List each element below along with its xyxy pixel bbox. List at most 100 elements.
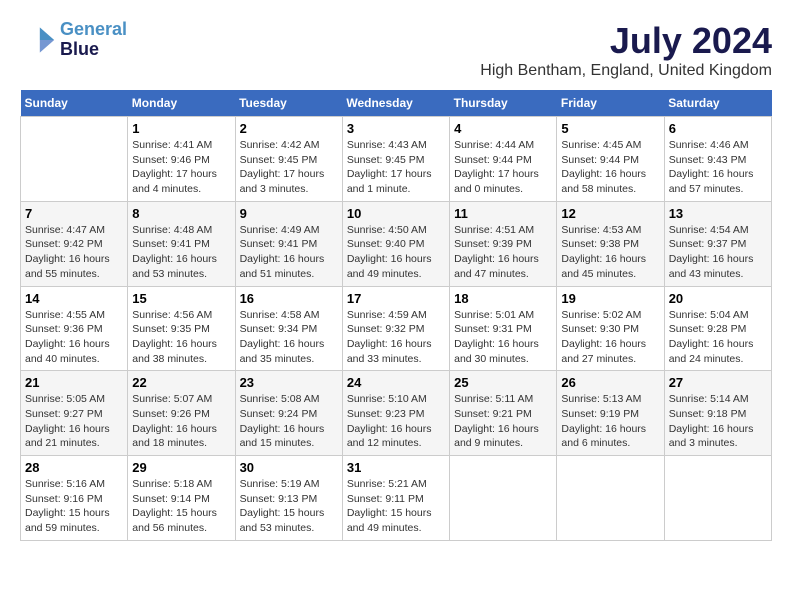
day-number: 29 [132,460,230,475]
calendar-cell: 2 Sunrise: 4:42 AM Sunset: 9:45 PM Daylig… [235,117,342,202]
day-info: Sunrise: 4:47 AM Sunset: 9:42 PM Dayligh… [25,223,123,282]
weekday-header-monday: Monday [128,90,235,117]
day-info: Sunrise: 4:48 AM Sunset: 9:41 PM Dayligh… [132,223,230,282]
calendar-cell: 12Sunrise: 4:53 AM Sunset: 9:38 PM Dayli… [557,201,664,286]
day-info: Sunrise: 4:58 AM Sunset: 9:34 PM Dayligh… [240,308,338,367]
day-number: 7 [25,206,123,221]
calendar-cell: 22 Sunrise: 5:07 AM Sunset: 9:26 PM Dayli… [128,371,235,456]
day-number: 19 [561,291,659,306]
day-number: 27 [669,375,767,390]
page-header: General Blue July 2024 High Bentham, Eng… [20,20,772,80]
calendar-cell: 4 Sunrise: 4:44 AM Sunset: 9:44 PM Daylig… [450,117,557,202]
day-info: Sunrise: 5:14 AM Sunset: 9:18 PM Dayligh… [669,392,767,451]
calendar-cell: 23 Sunrise: 5:08 AM Sunset: 9:24 PM Dayli… [235,371,342,456]
calendar-cell [21,117,128,202]
week-row-4: 21 Sunrise: 5:05 AM Sunset: 9:27 PM Dayli… [21,371,772,456]
calendar-cell: 19 Sunrise: 5:02 AM Sunset: 9:30 PM Dayli… [557,286,664,371]
day-info: Sunrise: 4:56 AM Sunset: 9:35 PM Dayligh… [132,308,230,367]
week-row-2: 7 Sunrise: 4:47 AM Sunset: 9:42 PM Daylig… [21,201,772,286]
calendar-cell [557,456,664,541]
calendar-cell: 25Sunrise: 5:11 AM Sunset: 9:21 PM Dayli… [450,371,557,456]
day-info: Sunrise: 5:01 AM Sunset: 9:31 PM Dayligh… [454,308,552,367]
day-number: 22 [132,375,230,390]
day-info: Sunrise: 5:02 AM Sunset: 9:30 PM Dayligh… [561,308,659,367]
day-info: Sunrise: 4:46 AM Sunset: 9:43 PM Dayligh… [669,138,767,197]
day-info: Sunrise: 4:44 AM Sunset: 9:44 PM Dayligh… [454,138,552,197]
logo-icon [20,22,56,58]
day-number: 6 [669,121,767,136]
day-number: 21 [25,375,123,390]
day-info: Sunrise: 5:21 AM Sunset: 9:11 PM Dayligh… [347,477,445,536]
calendar-cell: 29 Sunrise: 5:18 AM Sunset: 9:14 PM Dayli… [128,456,235,541]
day-info: Sunrise: 5:05 AM Sunset: 9:27 PM Dayligh… [25,392,123,451]
calendar-cell: 3Sunrise: 4:43 AM Sunset: 9:45 PM Daylig… [342,117,449,202]
calendar-cell: 20Sunrise: 5:04 AM Sunset: 9:28 PM Dayli… [664,286,771,371]
day-number: 25 [454,375,552,390]
calendar-cell [664,456,771,541]
day-info: Sunrise: 4:42 AM Sunset: 9:45 PM Dayligh… [240,138,338,197]
day-info: Sunrise: 4:55 AM Sunset: 9:36 PM Dayligh… [25,308,123,367]
day-number: 23 [240,375,338,390]
day-number: 13 [669,206,767,221]
calendar-cell: 24Sunrise: 5:10 AM Sunset: 9:23 PM Dayli… [342,371,449,456]
calendar-cell: 26 Sunrise: 5:13 AM Sunset: 9:19 PM Dayli… [557,371,664,456]
day-number: 17 [347,291,445,306]
day-number: 18 [454,291,552,306]
day-info: Sunrise: 5:16 AM Sunset: 9:16 PM Dayligh… [25,477,123,536]
day-info: Sunrise: 5:18 AM Sunset: 9:14 PM Dayligh… [132,477,230,536]
day-info: Sunrise: 5:19 AM Sunset: 9:13 PM Dayligh… [240,477,338,536]
weekday-header-friday: Friday [557,90,664,117]
calendar-cell: 30Sunrise: 5:19 AM Sunset: 9:13 PM Dayli… [235,456,342,541]
day-number: 16 [240,291,338,306]
calendar-cell: 15 Sunrise: 4:56 AM Sunset: 9:35 PM Dayli… [128,286,235,371]
week-row-3: 14 Sunrise: 4:55 AM Sunset: 9:36 PM Dayli… [21,286,772,371]
day-info: Sunrise: 4:54 AM Sunset: 9:37 PM Dayligh… [669,223,767,282]
calendar-cell: 7 Sunrise: 4:47 AM Sunset: 9:42 PM Daylig… [21,201,128,286]
day-number: 9 [240,206,338,221]
calendar-cell [450,456,557,541]
calendar-table: SundayMondayTuesdayWednesdayThursdayFrid… [20,90,772,541]
day-info: Sunrise: 4:50 AM Sunset: 9:40 PM Dayligh… [347,223,445,282]
calendar-cell: 21 Sunrise: 5:05 AM Sunset: 9:27 PM Dayli… [21,371,128,456]
calendar-cell: 1 Sunrise: 4:41 AM Sunset: 9:46 PM Daylig… [128,117,235,202]
calendar-cell: 9 Sunrise: 4:49 AM Sunset: 9:41 PM Daylig… [235,201,342,286]
day-info: Sunrise: 4:41 AM Sunset: 9:46 PM Dayligh… [132,138,230,197]
day-info: Sunrise: 5:13 AM Sunset: 9:19 PM Dayligh… [561,392,659,451]
day-info: Sunrise: 5:08 AM Sunset: 9:24 PM Dayligh… [240,392,338,451]
calendar-cell: 14 Sunrise: 4:55 AM Sunset: 9:36 PM Dayli… [21,286,128,371]
day-number: 1 [132,121,230,136]
day-info: Sunrise: 5:07 AM Sunset: 9:26 PM Dayligh… [132,392,230,451]
day-info: Sunrise: 4:51 AM Sunset: 9:39 PM Dayligh… [454,223,552,282]
calendar-cell: 10 Sunrise: 4:50 AM Sunset: 9:40 PM Dayli… [342,201,449,286]
weekday-header-row: SundayMondayTuesdayWednesdayThursdayFrid… [21,90,772,117]
title-block: July 2024 High Bentham, England, United … [480,20,772,80]
day-number: 14 [25,291,123,306]
day-number: 4 [454,121,552,136]
day-info: Sunrise: 4:45 AM Sunset: 9:44 PM Dayligh… [561,138,659,197]
week-row-5: 28Sunrise: 5:16 AM Sunset: 9:16 PM Dayli… [21,456,772,541]
week-row-1: 1 Sunrise: 4:41 AM Sunset: 9:46 PM Daylig… [21,117,772,202]
weekday-header-saturday: Saturday [664,90,771,117]
logo: General Blue [20,20,127,60]
day-number: 15 [132,291,230,306]
calendar-cell: 8Sunrise: 4:48 AM Sunset: 9:41 PM Daylig… [128,201,235,286]
day-number: 31 [347,460,445,475]
calendar-cell: 31 Sunrise: 5:21 AM Sunset: 9:11 PM Dayli… [342,456,449,541]
weekday-header-wednesday: Wednesday [342,90,449,117]
day-number: 26 [561,375,659,390]
month-year: July 2024 [480,20,772,62]
day-number: 24 [347,375,445,390]
day-number: 10 [347,206,445,221]
day-info: Sunrise: 4:49 AM Sunset: 9:41 PM Dayligh… [240,223,338,282]
day-number: 2 [240,121,338,136]
calendar-cell: 5Sunrise: 4:45 AM Sunset: 9:44 PM Daylig… [557,117,664,202]
calendar-cell: 18 Sunrise: 5:01 AM Sunset: 9:31 PM Dayli… [450,286,557,371]
day-info: Sunrise: 4:43 AM Sunset: 9:45 PM Dayligh… [347,138,445,197]
calendar-cell: 11Sunrise: 4:51 AM Sunset: 9:39 PM Dayli… [450,201,557,286]
calendar-cell: 6 Sunrise: 4:46 AM Sunset: 9:43 PM Daylig… [664,117,771,202]
weekday-header-thursday: Thursday [450,90,557,117]
calendar-cell: 28Sunrise: 5:16 AM Sunset: 9:16 PM Dayli… [21,456,128,541]
day-number: 12 [561,206,659,221]
day-info: Sunrise: 4:59 AM Sunset: 9:32 PM Dayligh… [347,308,445,367]
calendar-cell: 16 Sunrise: 4:58 AM Sunset: 9:34 PM Dayli… [235,286,342,371]
